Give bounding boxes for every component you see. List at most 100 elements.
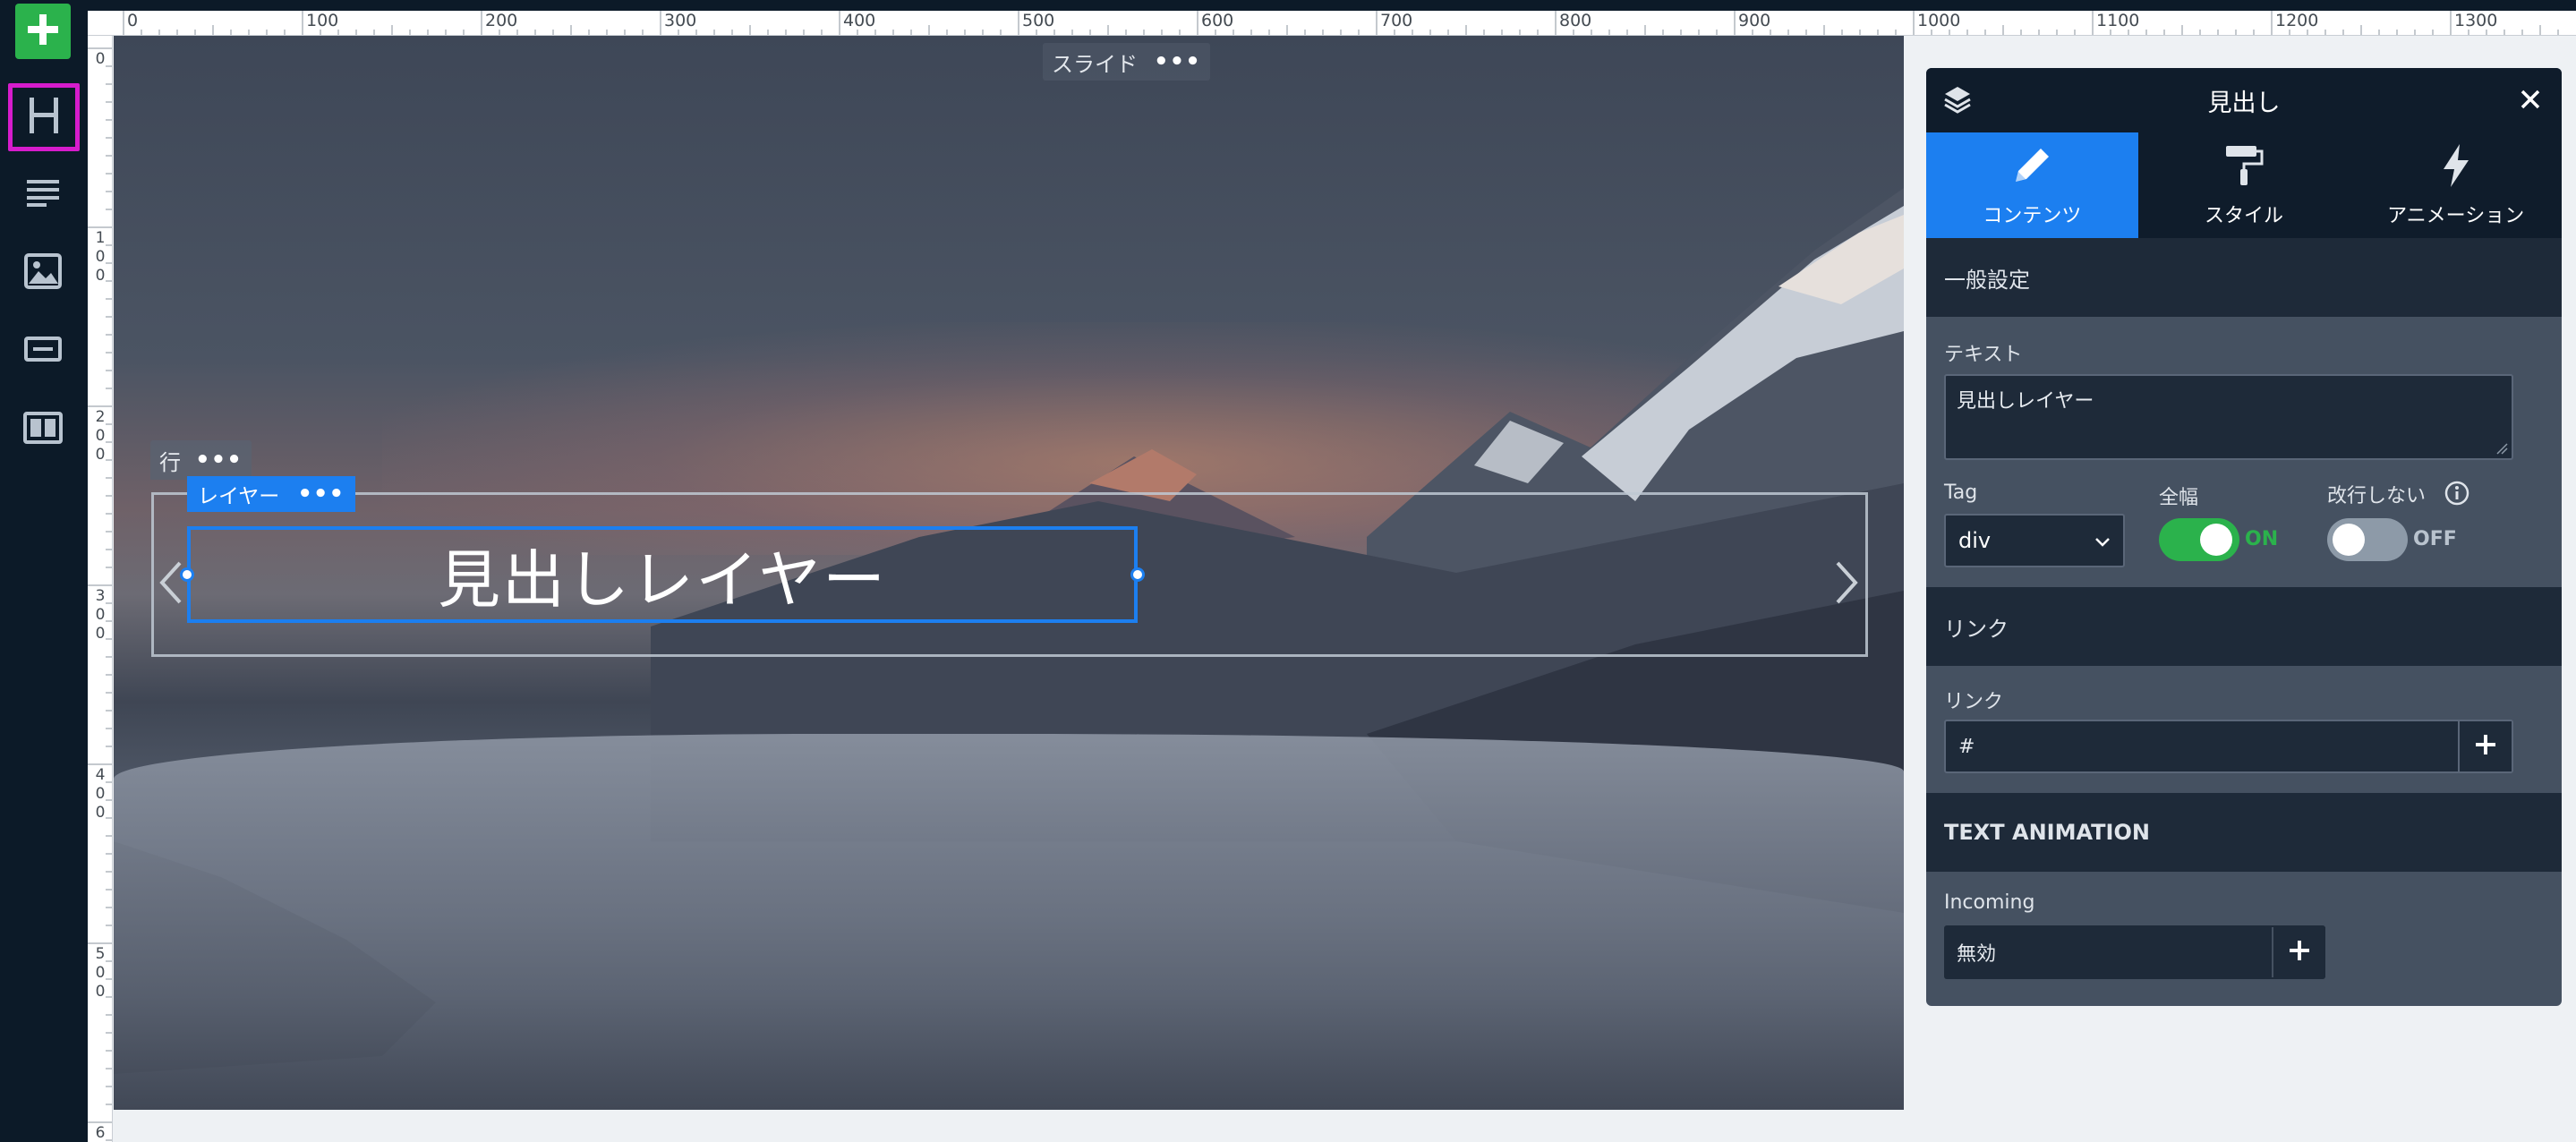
tag-label: Tag (1944, 482, 1978, 504)
panel-tabs: コンテンツ スタイル アニメーション (1926, 132, 2562, 238)
vertical-ruler: 0 100 200 300 400 500 6 (88, 36, 113, 1142)
pencil-icon (2009, 142, 2055, 192)
ruler-label: 1300 (2454, 11, 2498, 30)
link-section-title: リンク (1944, 616, 2009, 642)
incoming-label: Incoming (1944, 891, 2035, 914)
slide-menu-button[interactable]: ••• (1154, 48, 1201, 75)
resize-grip-icon[interactable] (2495, 442, 2508, 455)
heading-icon (26, 96, 62, 139)
slide-toolbar: スライド ••• (1043, 43, 1210, 81)
image-element-button[interactable] (10, 240, 76, 306)
ruler-label: 0 (95, 50, 106, 68)
row-label[interactable]: 行 (159, 445, 181, 476)
tab-style[interactable]: スタイル (2138, 132, 2350, 238)
ruler-label: 400 (95, 766, 106, 822)
chevron-down-icon (2094, 528, 2111, 553)
nowrap-toggle[interactable] (2327, 518, 2408, 561)
tag-select[interactable]: div (1944, 514, 2125, 567)
next-slide-arrow[interactable] (1829, 553, 1864, 616)
incoming-input-row: 無効 (1944, 925, 2325, 979)
link-input[interactable]: # (1946, 736, 2458, 758)
ruler-label: 0 (127, 11, 139, 30)
incoming-value[interactable]: 無効 (1944, 938, 2272, 967)
button-icon (24, 337, 62, 365)
paint-roller-icon (2221, 142, 2267, 192)
heading-element-button[interactable] (8, 83, 80, 151)
ruler-label: 200 (485, 11, 518, 30)
ruler-label: 300 (664, 11, 697, 30)
row-icon (23, 412, 63, 447)
plus-icon (2474, 733, 2497, 760)
close-icon[interactable] (2515, 84, 2546, 118)
nowrap-label: 改行しない (2327, 485, 2427, 507)
row-toolbar: 行 ••• (150, 440, 252, 480)
general-settings-header[interactable]: 一般設定 (1926, 238, 2562, 317)
chevron-right-icon (1834, 559, 1859, 609)
tab-style-label: スタイル (2204, 205, 2283, 227)
tab-animation[interactable]: アニメーション (2350, 132, 2562, 238)
chevron-left-icon (158, 559, 183, 609)
tab-content[interactable]: コンテンツ (1926, 132, 2138, 238)
resize-handle-right[interactable] (1130, 567, 1145, 582)
layer-settings-panel: 見出し コンテンツ スタイル アニメーション 一般設定 テキスト 見出しレイヤー… (1926, 68, 2562, 1006)
editor-app: 0 100 200 300 400 500 600 700 800 900 1000 1100 1200… (0, 0, 2576, 1142)
ruler-label: 1100 (2096, 11, 2140, 30)
ruler-label: 900 (1738, 11, 1771, 30)
panel-header: 見出し (1926, 68, 2562, 132)
add-element-button[interactable] (15, 4, 71, 59)
horizontal-ruler: 0 100 200 300 400 500 600 700 800 900 1000 1100 1200… (88, 0, 2576, 36)
general-settings-title: 一般設定 (1944, 267, 2030, 293)
layers-icon[interactable] (1942, 84, 1973, 118)
heading-layer[interactable]: 見出しレイヤー (187, 526, 1138, 623)
ruler-label: 400 (843, 11, 876, 30)
incoming-add-button[interactable] (2272, 927, 2325, 977)
ruler-label: 300 (95, 587, 106, 643)
text-icon (25, 178, 61, 210)
slide-label[interactable]: スライド (1052, 47, 1138, 78)
text-input[interactable]: 見出しレイヤー (1944, 374, 2513, 460)
ruler-label: 1000 (1917, 11, 1961, 30)
ruler-label: 800 (1559, 11, 1592, 30)
cloud-sea (114, 734, 1904, 1110)
lightning-icon (2433, 142, 2479, 192)
prev-slide-arrow[interactable] (153, 553, 189, 616)
text-field-label: テキスト (1944, 344, 2023, 366)
row-element-button[interactable] (10, 396, 76, 463)
image-icon (24, 253, 62, 293)
link-input-row: # (1944, 720, 2513, 773)
link-field-label: リンク (1944, 691, 2004, 713)
tab-animation-label: アニメーション (2387, 205, 2525, 227)
text-animation-header[interactable]: TEXT ANIMATION (1926, 793, 2562, 872)
resize-handle-left[interactable] (180, 567, 194, 582)
ruler-label: 600 (1201, 11, 1234, 30)
nowrap-toggle-knob (2333, 524, 2365, 556)
link-section-header[interactable]: リンク (1926, 587, 2562, 666)
element-toolbar (0, 0, 88, 1142)
link-add-button[interactable] (2458, 721, 2512, 771)
fullwidth-toggle-knob (2200, 524, 2232, 556)
slide-canvas[interactable]: スライド ••• 行 ••• レイヤー ••• 見出しレイヤー (114, 36, 1904, 1110)
tag-select-value: div (1958, 528, 1992, 553)
button-element-button[interactable] (10, 318, 76, 384)
ruler-label: 700 (1380, 11, 1413, 30)
heading-layer-text[interactable]: 見出しレイヤー (438, 530, 887, 620)
text-animation-title: TEXT ANIMATION (1944, 820, 2150, 845)
ruler-label: 1200 (2275, 11, 2319, 30)
ruler-label: 500 (95, 945, 106, 1001)
nowrap-state: OFF (2413, 528, 2457, 550)
ruler-label: 100 (306, 11, 339, 30)
info-icon[interactable] (2444, 480, 2470, 510)
text-element-button[interactable] (10, 161, 76, 227)
row-menu-button[interactable]: ••• (195, 447, 243, 473)
ruler-label: 200 (95, 408, 106, 464)
ruler-label: 6 (95, 1124, 106, 1142)
fullwidth-toggle[interactable] (2159, 518, 2239, 561)
ruler-label: 500 (1022, 11, 1055, 30)
layer-menu-button[interactable]: ••• (297, 481, 345, 507)
fullwidth-state: ON (2245, 528, 2279, 550)
tab-content-label: コンテンツ (1983, 205, 2082, 227)
ruler-label: 100 (95, 229, 106, 285)
ruler-top-ticks (123, 11, 2559, 35)
layer-label[interactable]: レイヤー (198, 479, 279, 509)
plus-icon (25, 12, 61, 51)
